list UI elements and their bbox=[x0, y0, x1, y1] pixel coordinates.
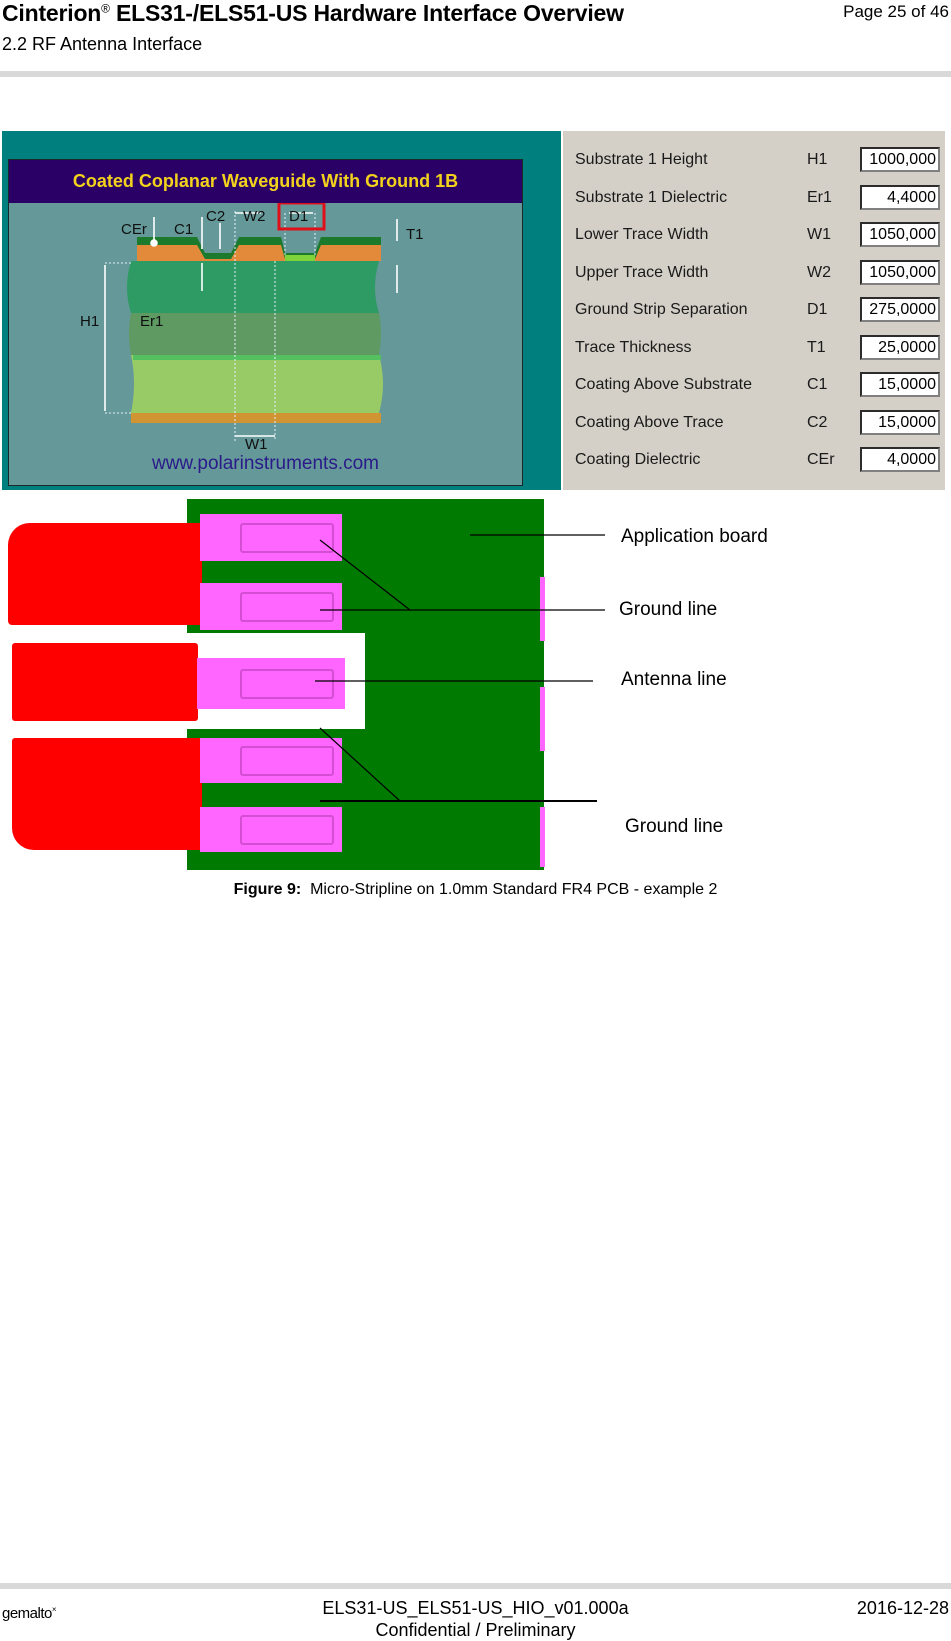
parameter-value-input[interactable] bbox=[860, 259, 940, 285]
label-c1: C1 bbox=[174, 221, 194, 238]
ground-plane bbox=[131, 413, 381, 423]
waveguide-diagram-frame: Coated Coplanar Waveguide With Ground 1B bbox=[8, 159, 523, 486]
figure-caption: Figure 9: Micro-Stripline on 1.0mm Stand… bbox=[0, 881, 951, 899]
parameter-value-input[interactable] bbox=[860, 372, 940, 397]
parameter-value-input[interactable] bbox=[860, 184, 940, 210]
d1-gap-highlight bbox=[285, 255, 315, 261]
label-er1: Er1 bbox=[140, 313, 164, 330]
parameter-symbol: T1 bbox=[807, 338, 826, 356]
parameter-symbol: C1 bbox=[807, 376, 828, 393]
parameter-symbol: C2 bbox=[807, 413, 828, 431]
label-c2: C2 bbox=[206, 208, 226, 225]
document-date: 2016-12-28 bbox=[856, 1598, 949, 1618]
parameter-value-input[interactable] bbox=[860, 409, 940, 435]
parameter-row: Coating Dielectric CEr bbox=[563, 443, 945, 479]
label-w2: W2 bbox=[243, 208, 266, 225]
parameter-row: Ground Strip Separation D1 bbox=[563, 293, 945, 329]
title-brand: Cinterion bbox=[2, 0, 102, 26]
parameter-label: Substrate 1 Dielectric bbox=[575, 188, 728, 206]
parameter-symbol: W1 bbox=[807, 226, 831, 243]
top-layer bbox=[137, 243, 381, 261]
parameter-row: Trace Thickness T1 bbox=[563, 331, 945, 367]
callout-application-board: Application board bbox=[621, 526, 768, 547]
title-text: ELS31-/ELS51-US Hardware Interface Overv… bbox=[109, 0, 624, 26]
parameter-label: Coating Above Trace bbox=[575, 413, 724, 431]
parameter-row: Substrate 1 Dielectric Er1 bbox=[563, 181, 945, 217]
callout-antenna-line: Antenna line bbox=[621, 669, 727, 690]
label-cer: CEr bbox=[121, 221, 147, 238]
label-t1: T1 bbox=[406, 226, 424, 243]
parameter-row: Lower Trace Width W1 bbox=[563, 218, 945, 254]
parameter-label: Coating Dielectric bbox=[575, 451, 701, 468]
section-heading: 2.2 RF Antenna Interface bbox=[2, 34, 203, 54]
leader-ground-bottom-diagonal bbox=[319, 727, 401, 802]
document-title: Cinterion® ELS31-/ELS51-US Hardware Inte… bbox=[2, 0, 624, 27]
footer-divider bbox=[0, 1583, 951, 1589]
parameter-value-input[interactable] bbox=[860, 447, 940, 472]
label-w1: W1 bbox=[245, 436, 268, 453]
substrate-upper bbox=[127, 261, 379, 313]
parameter-panel: Substrate 1 Height H1 Substrate 1 Dielectr… bbox=[563, 131, 945, 490]
waveguide-title-banner: Coated Coplanar Waveguide With Ground 1B bbox=[9, 160, 522, 203]
parameter-label: Ground Strip Separation bbox=[575, 301, 748, 318]
leader-ground-top-diagonal bbox=[319, 539, 411, 611]
parameter-label: Lower Trace Width bbox=[575, 226, 709, 243]
header-divider bbox=[0, 71, 951, 77]
parameter-row: Upper Trace Width W2 bbox=[563, 256, 945, 292]
figure-text: Micro-Stripline on 1.0mm Standard FR4 PC… bbox=[310, 881, 718, 898]
label-d1: D1 bbox=[289, 208, 309, 225]
callout-leaders bbox=[315, 534, 605, 802]
waveguide-diagram-panel: Coated Coplanar Waveguide With Ground 1B bbox=[2, 131, 561, 490]
parameter-label: Trace Thickness bbox=[575, 338, 692, 356]
label-h1: H1 bbox=[80, 313, 100, 330]
parameter-symbol: H1 bbox=[807, 151, 828, 168]
confidentiality-note: Confidential / Preliminary bbox=[375, 1620, 576, 1640]
parameter-row: Substrate 1 Height H1 bbox=[563, 143, 945, 179]
parameter-symbol: W2 bbox=[807, 263, 831, 281]
parameter-symbol: CEr bbox=[807, 451, 835, 468]
polar-url: www.polarinstruments.com bbox=[151, 453, 380, 474]
callout-ground-line-bottom: Ground line bbox=[625, 816, 724, 837]
document-id: ELS31-US_ELS51-US_HIO_v01.000a bbox=[322, 1598, 629, 1618]
pcb-layout-diagram: Application board Ground line Antenna li… bbox=[0, 495, 951, 875]
substrate-lower-edge bbox=[133, 355, 381, 360]
parameter-value-input[interactable] bbox=[860, 222, 940, 247]
parameter-label: Substrate 1 Height bbox=[575, 151, 708, 168]
parameter-label: Upper Trace Width bbox=[575, 263, 709, 281]
substrate-lower bbox=[131, 355, 383, 413]
parameter-symbol: D1 bbox=[807, 301, 828, 318]
parameter-value-input[interactable] bbox=[860, 334, 940, 360]
parameter-value-input[interactable] bbox=[860, 297, 940, 322]
parameter-symbol: Er1 bbox=[807, 188, 832, 206]
parameter-row: Coating Above Substrate C1 bbox=[563, 368, 945, 404]
parameter-label: Coating Above Substrate bbox=[575, 376, 753, 393]
callout-ground-line-top: Ground line bbox=[619, 599, 718, 620]
parameter-row: Coating Above Trace C2 bbox=[563, 406, 945, 442]
registered-mark: ® bbox=[101, 1, 110, 16]
figure-label: Figure 9: bbox=[233, 881, 302, 898]
parameter-value-input[interactable] bbox=[860, 147, 940, 172]
substrate-middle bbox=[129, 313, 381, 355]
page-number: Page 25 of 46 bbox=[843, 2, 949, 21]
